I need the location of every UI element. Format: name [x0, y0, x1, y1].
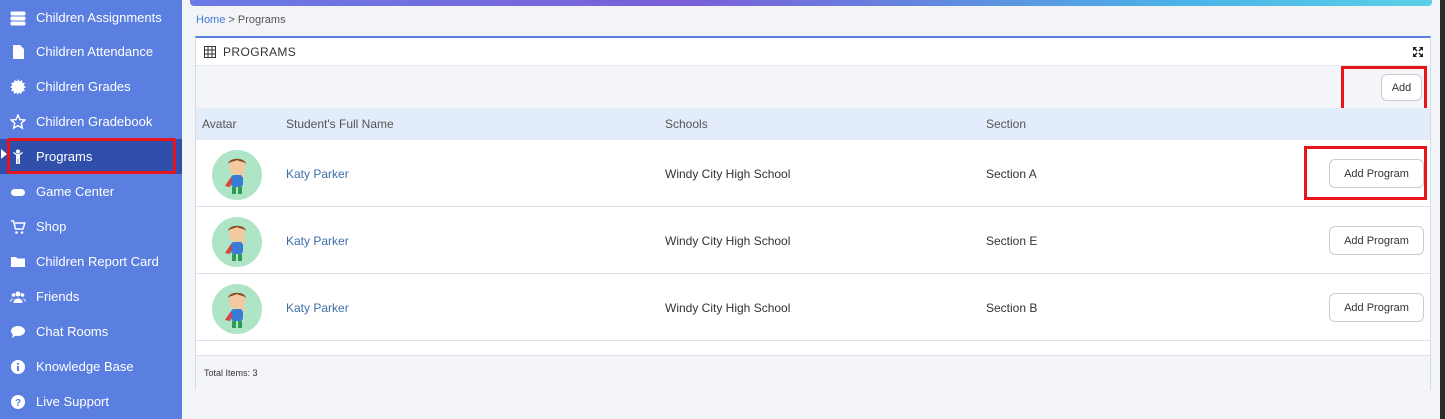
- sidebar-item-label: Children Attendance: [36, 44, 154, 59]
- sidebar-item-label: Live Support: [36, 394, 109, 409]
- badge-icon: [9, 78, 27, 96]
- sidebar-item-friends[interactable]: Friends: [0, 279, 182, 314]
- sidebar-item-chat-rooms[interactable]: Chat Rooms: [0, 314, 182, 349]
- sidebar-item-children-attendance[interactable]: Children Attendance: [0, 34, 182, 69]
- add-program-button[interactable]: Add Program: [1329, 226, 1424, 255]
- sidebar-item-label: Children Assignments: [36, 10, 162, 25]
- column-header-section[interactable]: Section: [986, 117, 1026, 131]
- programs-panel: PROGRAMS Add Avatar Student's Full Name …: [195, 36, 1431, 390]
- add-button[interactable]: Add: [1381, 74, 1422, 101]
- breadcrumb-home-link[interactable]: Home: [196, 14, 225, 26]
- sidebar-item-label: Programs: [36, 149, 93, 164]
- column-header-name[interactable]: Student's Full Name: [286, 117, 394, 131]
- sidebar-item-children-assignments[interactable]: Children Assignments: [0, 0, 182, 35]
- student-name-link[interactable]: Katy Parker: [286, 301, 349, 315]
- folder-icon: [9, 253, 27, 271]
- svg-text:?: ?: [15, 398, 21, 409]
- sidebar-item-label: Game Center: [36, 184, 115, 199]
- sidebar-item-programs[interactable]: Programs: [0, 139, 182, 174]
- sidebar-item-label: Knowledge Base: [36, 359, 134, 374]
- sidebar-item-label: Children Report Card: [36, 254, 159, 269]
- panel-toolbar: Add: [196, 66, 1430, 108]
- sidebar-item-live-support[interactable]: ? Live Support: [0, 384, 182, 419]
- avatar: [212, 284, 262, 334]
- avatar: [212, 217, 262, 267]
- list-icon: [9, 9, 27, 27]
- sidebar-item-label: Friends: [36, 289, 80, 304]
- avatar: [212, 150, 262, 200]
- top-banner: [190, 0, 1432, 6]
- section-cell: Section E: [986, 234, 1038, 248]
- column-header-schools[interactable]: Schools: [665, 117, 708, 131]
- sidebar-item-knowledge-base[interactable]: Knowledge Base: [0, 349, 182, 384]
- window-edge: [1440, 0, 1445, 419]
- table-header: Avatar Student's Full Name Schools Secti…: [196, 108, 1430, 140]
- sidebar-item-children-grades[interactable]: Children Grades: [0, 69, 182, 104]
- question-icon: ?: [9, 393, 27, 411]
- section-cell: Section A: [986, 167, 1037, 181]
- table-icon: [204, 45, 216, 58]
- breadcrumb-separator: >: [225, 14, 238, 26]
- add-program-button[interactable]: Add Program: [1329, 293, 1424, 322]
- active-caret-icon: [1, 149, 7, 159]
- sidebar-item-children-report-card[interactable]: Children Report Card: [0, 244, 182, 279]
- total-items-label: Total Items: 3: [204, 368, 258, 378]
- child-icon: [9, 148, 27, 166]
- chat-icon: [9, 323, 27, 341]
- add-program-button[interactable]: Add Program: [1329, 159, 1424, 188]
- sidebar-item-label: Children Grades: [36, 79, 131, 94]
- section-cell: Section B: [986, 301, 1038, 315]
- table-row: Katy Parker Windy City High School Secti…: [196, 274, 1430, 341]
- panel-title: PROGRAMS: [223, 44, 297, 59]
- users-icon: [9, 288, 27, 306]
- student-name-link[interactable]: Katy Parker: [286, 167, 349, 181]
- info-icon: [9, 358, 27, 376]
- gamepad-icon: [9, 183, 27, 201]
- school-cell: Windy City High School: [665, 234, 791, 248]
- table-footer: Total Items: 3: [196, 355, 1430, 390]
- school-cell: Windy City High School: [665, 167, 791, 181]
- sidebar: Children Assignments Children Attendance…: [0, 0, 182, 419]
- sidebar-item-label: Chat Rooms: [36, 324, 109, 339]
- breadcrumb-current: Programs: [237, 14, 286, 26]
- breadcrumb: Home > Programs: [196, 14, 286, 26]
- sidebar-item-label: Shop: [36, 219, 67, 234]
- file-icon: [9, 43, 27, 61]
- sidebar-item-shop[interactable]: Shop: [0, 209, 182, 244]
- school-cell: Windy City High School: [665, 301, 791, 315]
- student-name-link[interactable]: Katy Parker: [286, 234, 349, 248]
- sidebar-item-children-gradebook[interactable]: Children Gradebook: [0, 104, 182, 139]
- star-icon: [9, 113, 27, 131]
- panel-header: PROGRAMS: [196, 38, 1430, 66]
- sidebar-item-label: Children Gradebook: [36, 114, 153, 129]
- table-row: Katy Parker Windy City High School Secti…: [196, 207, 1430, 274]
- table-row: Katy Parker Windy City High School Secti…: [196, 140, 1430, 207]
- sidebar-item-game-center[interactable]: Game Center: [0, 174, 182, 209]
- cart-icon: [9, 218, 27, 236]
- column-header-avatar: Avatar: [202, 117, 237, 131]
- expand-icon[interactable]: [1412, 46, 1424, 58]
